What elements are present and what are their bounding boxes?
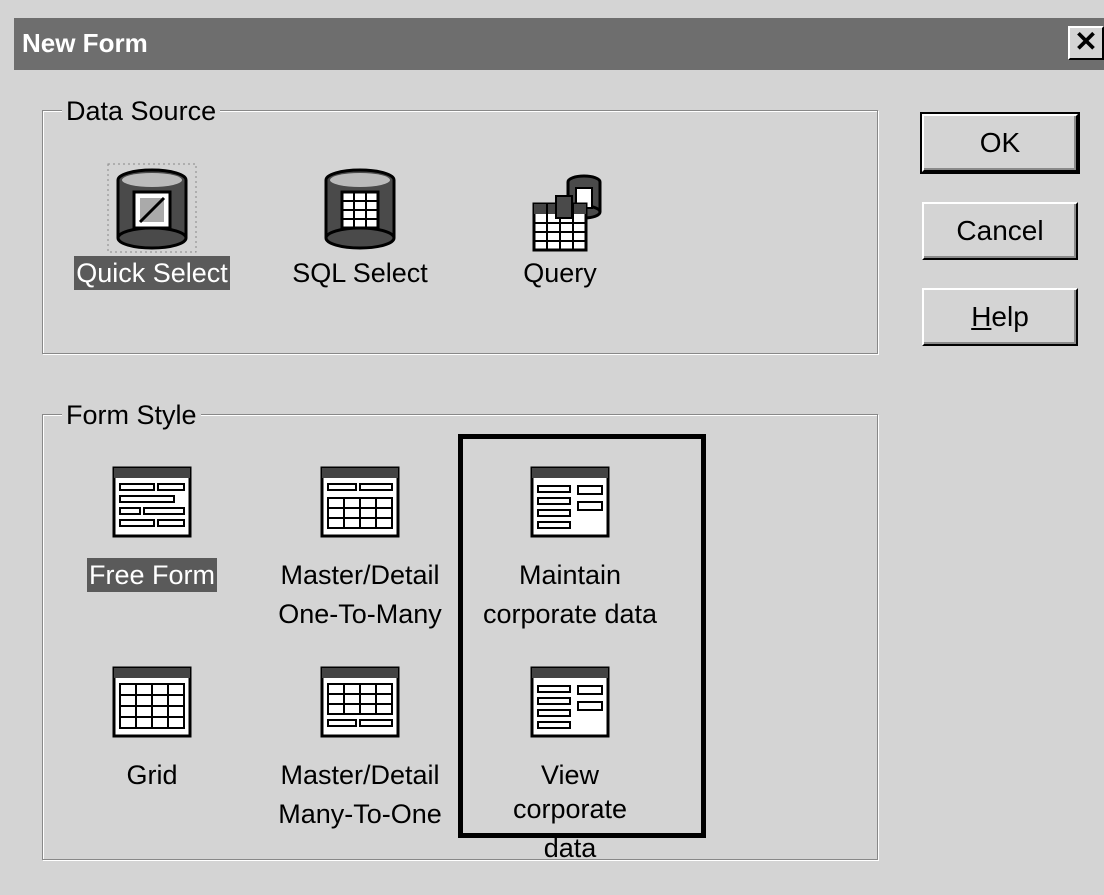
new-form-dialog: New Form ✕ Data Source Quick Select SQL …	[0, 0, 1104, 895]
data-source-sql-select[interactable]: SQL Select	[270, 160, 450, 290]
grid-label: Grid	[126, 760, 178, 790]
database-table-icon	[324, 168, 396, 250]
query-grid-icon	[532, 174, 602, 252]
close-icon: ✕	[1074, 26, 1098, 57]
close-button[interactable]: ✕	[1068, 26, 1104, 60]
cancel-button[interactable]: Cancel	[922, 202, 1078, 260]
master-detail-many-to-one-line2: Many-To-One	[278, 799, 442, 829]
form-style-master-detail-one-to-many[interactable]: Master/Detail One-To-Many	[270, 464, 450, 636]
master-detail-one-to-many-line2: One-To-Many	[278, 599, 442, 629]
free-form-icon	[112, 466, 192, 538]
data-source-query[interactable]: Query	[470, 160, 650, 290]
quick-select-label: Quick Select	[74, 256, 230, 290]
help-mnemonic: H	[971, 301, 992, 332]
corporate-forms-highlight	[458, 434, 706, 838]
data-source-legend: Data Source	[62, 96, 221, 127]
free-form-label: Free Form	[86, 558, 217, 592]
ok-button[interactable]: OK	[920, 112, 1080, 174]
data-source-quick-select[interactable]: Quick Select	[62, 160, 242, 290]
title-bar[interactable]: New Form ✕	[14, 18, 1104, 70]
sql-select-label: SQL Select	[292, 258, 428, 288]
master-detail-many-to-one-line1: Master/Detail	[280, 760, 440, 790]
help-button[interactable]: Help	[922, 288, 1078, 346]
grid-icon	[112, 666, 192, 738]
form-style-legend: Form Style	[62, 400, 201, 431]
query-label: Query	[523, 258, 597, 288]
form-style-free-form[interactable]: Free Form	[62, 464, 242, 592]
master-detail-many-to-one-icon	[320, 666, 400, 738]
form-style-grid[interactable]: Grid	[62, 664, 242, 792]
window-title: New Form	[22, 28, 148, 58]
database-form-icon	[107, 163, 197, 253]
master-detail-one-to-many-icon	[320, 466, 400, 538]
help-label: elp	[991, 301, 1029, 332]
master-detail-one-to-many-line1: Master/Detail	[280, 560, 440, 590]
form-style-master-detail-many-to-one[interactable]: Master/Detail Many-To-One	[270, 664, 450, 836]
